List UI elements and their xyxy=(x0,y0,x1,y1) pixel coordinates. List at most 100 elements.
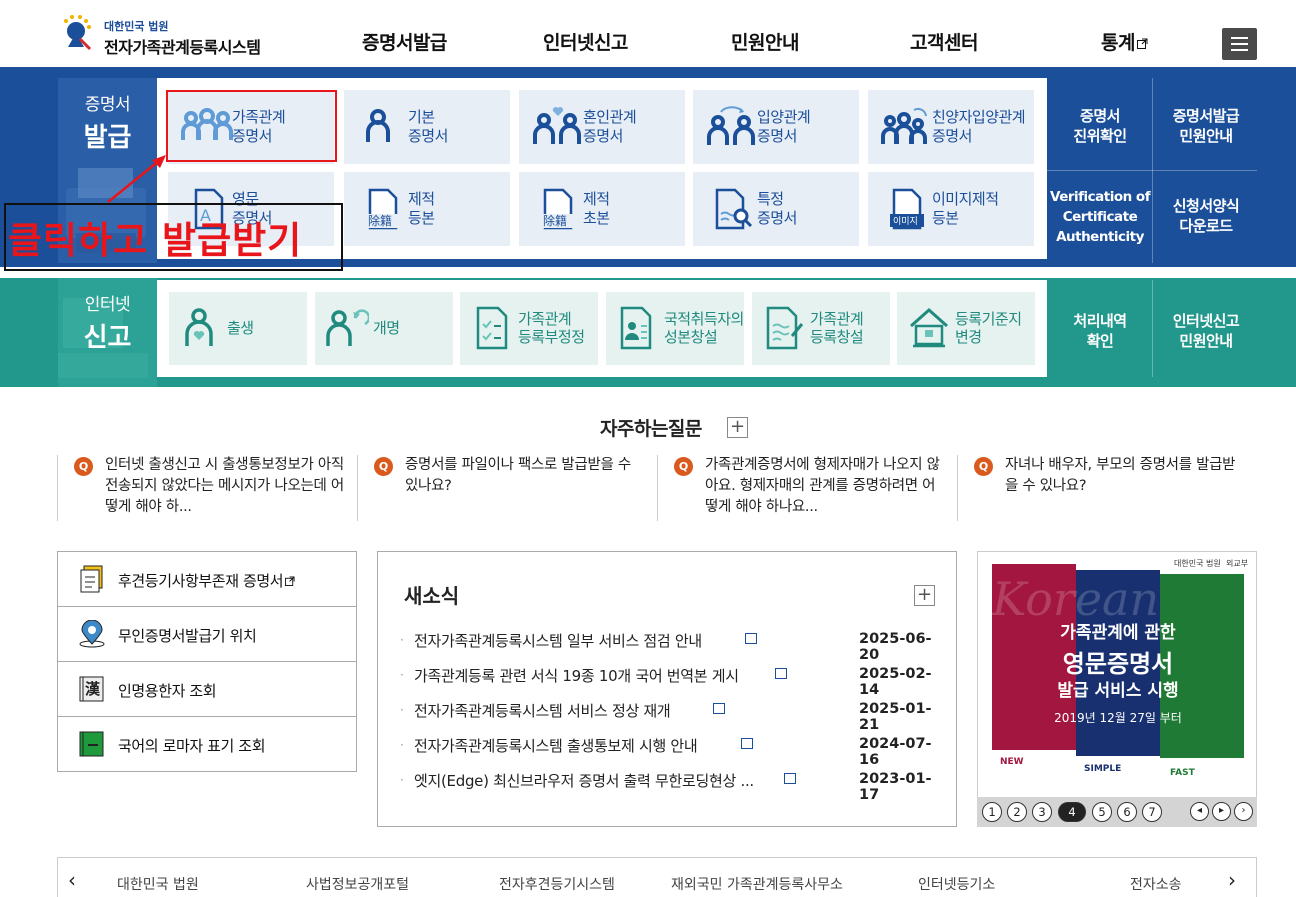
quick-link-hanja[interactable]: 漢 인명용한자 조회 xyxy=(58,662,356,717)
tile-register-creation[interactable]: 가족관계 등록창설 xyxy=(752,292,890,365)
quick-link-romanization[interactable]: 국어의 로마자 표기 조회 xyxy=(58,717,356,772)
nav-customer[interactable]: 고객센터 xyxy=(910,28,978,55)
tile-label: 가족관계 등록창설 xyxy=(810,310,864,346)
pager-dot[interactable]: 2 xyxy=(1007,802,1027,822)
next-icon[interactable]: › xyxy=(1234,802,1253,821)
tile-rename-report[interactable]: 개명 xyxy=(315,292,453,365)
court-logo-icon xyxy=(64,15,92,51)
footer-related-sites xyxy=(57,857,1257,897)
footer-link[interactable]: 전자소송 xyxy=(1130,874,1182,894)
tile-basic-cert[interactable]: 기본 증명서 xyxy=(344,90,510,164)
form-download-link[interactable]: 신청서양식 다운로드 xyxy=(1157,196,1255,236)
bullet: · xyxy=(400,668,404,682)
news-item[interactable]: · 엣지(Edge) 최신브라우저 증명서 출력 무한로딩현상 ... 2023-0… xyxy=(400,770,940,803)
tile-removed-register-abstract[interactable]: 除籍 제적 초본 xyxy=(519,172,685,246)
tile-full-adoption-cert[interactable]: 친양자입양관계 증명서 xyxy=(868,90,1034,164)
tile-birth-report[interactable]: 출생 xyxy=(169,292,307,365)
image-doc-icon: 이미지 xyxy=(890,188,924,230)
footer-link[interactable]: 인터넷등기소 xyxy=(918,874,995,894)
prev-icon[interactable]: ◂ xyxy=(1190,802,1209,821)
highlight-box xyxy=(166,90,337,162)
faq-more-button[interactable]: + xyxy=(727,417,748,438)
pager-dot[interactable]: 6 xyxy=(1117,802,1137,822)
footer-link[interactable]: 대한민국 법원 xyxy=(117,874,199,894)
news-more-button[interactable]: + xyxy=(914,585,935,606)
document-icon xyxy=(775,668,787,679)
promo-banner[interactable]: 대한민국 법원 외교부 Korean 가족관계에 관한 영문증명서 발급 서비스… xyxy=(977,551,1257,827)
removal-doc-icon: 除籍 xyxy=(368,188,404,230)
question-icon: Q xyxy=(974,457,993,476)
hamburger-icon-bar xyxy=(1231,49,1248,51)
tile-marriage-cert[interactable]: 혼인관계 증명서 xyxy=(519,90,685,164)
cert-civil-guide-link[interactable]: 증명서발급 민원안내 xyxy=(1157,106,1255,146)
nav-certificate[interactable]: 증명서발급 xyxy=(362,28,447,55)
report-title-small: 인터넷 xyxy=(84,295,131,315)
tile-specific-cert[interactable]: 특정 증명서 xyxy=(693,172,859,246)
tile-label: 입양관계 증명서 xyxy=(757,108,811,145)
pager-dot[interactable]: 1 xyxy=(982,802,1002,822)
faq-item[interactable]: Q 자녀나 배우자, 부모의 증명서를 발급받을 수 있나요? xyxy=(958,455,1258,520)
news-item-date: 2024-07-16 xyxy=(859,736,932,768)
tile-label: 이미지제적 등본 xyxy=(932,190,999,227)
footer-link[interactable]: 재외국민 가족관계등록사무소 xyxy=(671,874,843,894)
faq-item-text: 증명서를 파일이나 팩스로 발급받을 수 있나요? xyxy=(405,457,631,494)
banner-org-court: 대한민국 법원 xyxy=(1174,559,1221,568)
tile-nationality-surname[interactable]: 국적취득자의 성본창설 xyxy=(606,292,744,365)
news-item-date: 2025-01-21 xyxy=(859,701,932,733)
external-link-icon xyxy=(285,576,295,586)
footer-prev-icon[interactable]: ‹ xyxy=(68,868,76,892)
pager-dot[interactable]: 3 xyxy=(1032,802,1052,822)
location-pin-icon xyxy=(79,620,105,648)
pause-icon[interactable]: ▸ xyxy=(1212,802,1231,821)
tile-register-correction[interactable]: 가족관계 등록부정정 xyxy=(460,292,598,365)
faq-title: 자주하는질문 xyxy=(600,418,702,440)
pager-dot-active[interactable]: 4 xyxy=(1058,802,1086,822)
quick-link-label: 인명용한자 조회 xyxy=(118,682,217,700)
faq-item[interactable]: Q 인터넷 출생신고 시 출생통보정보가 아직 전송되지 않았다는 메시지가 나오… xyxy=(58,455,358,520)
footer-link[interactable]: 사법정보공개포털 xyxy=(306,874,409,894)
bullet: · xyxy=(400,738,404,752)
banner-line2: 영문증명서 xyxy=(1062,650,1174,678)
faq-item[interactable]: Q 가족관계증명서에 형제자매가 나오지 않아요. 형제자매의 관계를 증명하려면… xyxy=(658,455,958,520)
external-link-icon xyxy=(1136,38,1148,49)
nav-civil[interactable]: 민원안내 xyxy=(731,28,799,55)
processing-status-link[interactable]: 처리내역 확인 xyxy=(1052,311,1148,351)
pager-dot[interactable]: 5 xyxy=(1092,802,1112,822)
cert-verify-link[interactable]: 증명서 진위확인 xyxy=(1052,106,1148,146)
document-icon xyxy=(741,738,753,749)
footer-link[interactable]: 전자후견등기시스템 xyxy=(499,874,615,894)
tile-removed-register-copy[interactable]: 除籍 제적 등본 xyxy=(344,172,510,246)
tile-label: 제적 초본 xyxy=(583,190,610,227)
logo-title: 전자가족관계등록시스템 xyxy=(104,38,261,57)
banner-col-simple: SIMPLE xyxy=(1084,764,1122,774)
nav-statistics[interactable]: 통계 xyxy=(1101,28,1148,55)
faq-item[interactable]: Q 증명서를 파일이나 팩스로 발급받을 수 있나요? xyxy=(358,455,658,520)
site-logo[interactable]: 대한민국 법원 전자가족관계등록시스템 xyxy=(58,10,278,60)
removal-abstract-icon: 除籍 xyxy=(543,188,579,230)
news-item[interactable]: · 전자가족관계등록시스템 서비스 정상 재개 2025-01-21 xyxy=(400,700,940,733)
report-civil-guide-link[interactable]: 인터넷신고 민원안내 xyxy=(1157,311,1255,351)
news-item[interactable]: · 전자가족관계등록시스템 일부 서비스 점검 안내 2025-06-20 xyxy=(400,630,940,663)
green-book-icon xyxy=(79,731,104,757)
document-icon xyxy=(745,633,757,644)
badge-text: 이미지 xyxy=(893,216,918,227)
tile-image-removed-copy[interactable]: 이미지 이미지제적 등본 xyxy=(868,172,1034,246)
document-icon xyxy=(784,773,796,784)
quick-link-kiosk-location[interactable]: 무인증명서발급기 위치 xyxy=(58,607,356,662)
tile-adoption-cert[interactable]: 입양관계 증명서 xyxy=(693,90,859,164)
faq-item-text: 자녀나 배우자, 부모의 증명서를 발급받을 수 있나요? xyxy=(1005,457,1236,494)
verification-authenticity-link[interactable]: Verification of Certificate Authenticity xyxy=(1050,187,1151,247)
news-item[interactable]: · 전자가족관계등록시스템 출생통보제 시행 안내 2024-07-16 xyxy=(400,735,940,768)
quick-link-guardianship[interactable]: 후견등기사항부존재 증명서 xyxy=(58,552,356,607)
footer-next-icon[interactable]: › xyxy=(1228,868,1236,892)
news-item[interactable]: · 가족관계등록 관련 서식 19종 10개 국어 번역본 게시 2025-02-1… xyxy=(400,665,940,698)
pager-dot[interactable]: 7 xyxy=(1142,802,1162,822)
checklist-doc-icon xyxy=(476,306,508,350)
question-icon: Q xyxy=(74,457,93,476)
tile-domicile-change[interactable]: 등록기준지 변경 xyxy=(897,292,1035,365)
menu-button[interactable] xyxy=(1222,28,1257,60)
divider xyxy=(1152,280,1153,377)
couple-heart-icon xyxy=(533,107,581,144)
nav-report[interactable]: 인터넷신고 xyxy=(543,28,628,55)
news-box: 새소식 + · 전자가족관계등록시스템 일부 서비스 점검 안내 2025-06-2… xyxy=(377,551,957,827)
